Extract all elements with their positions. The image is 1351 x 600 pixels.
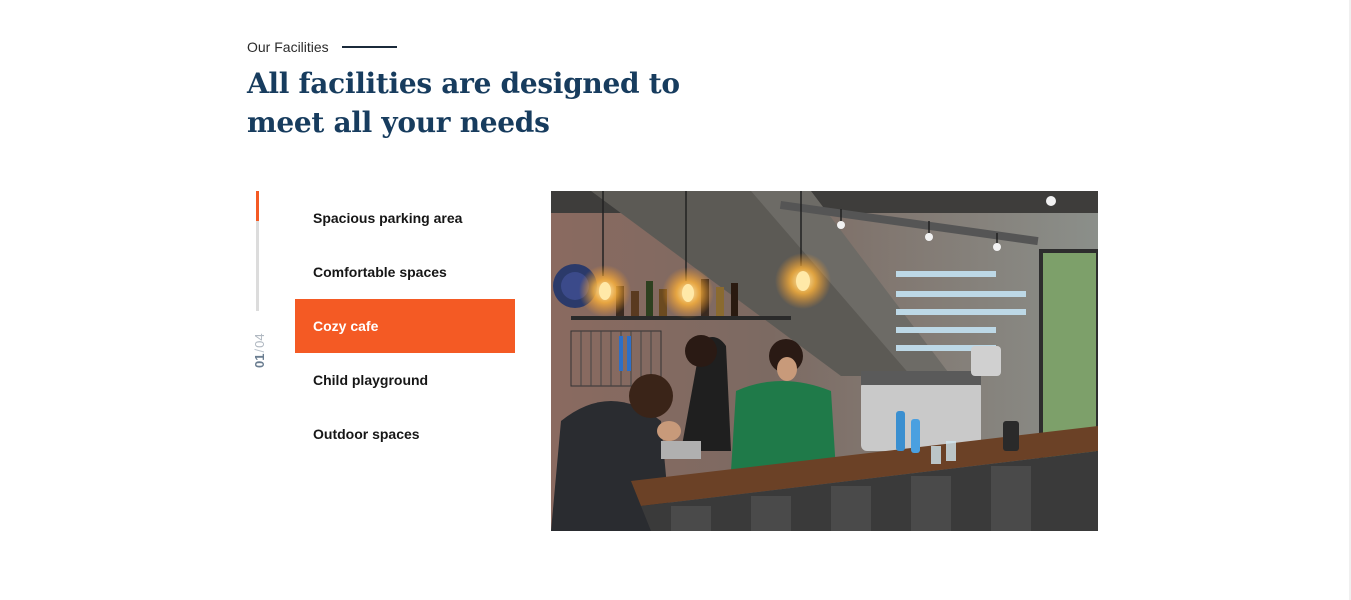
section-eyebrow: Our Facilities bbox=[247, 39, 397, 55]
facility-list: Spacious parking area Comfortable spaces… bbox=[295, 191, 515, 461]
facility-label: Child playground bbox=[313, 372, 429, 388]
section-title: All facilities are designed to meet all … bbox=[247, 67, 680, 139]
slide-counter-separator: / bbox=[252, 348, 267, 353]
facility-item-child-playground[interactable]: Child playground bbox=[295, 353, 515, 407]
facility-item-outdoor-spaces[interactable]: Outdoor spaces bbox=[295, 407, 515, 461]
eyebrow-divider bbox=[341, 46, 397, 48]
slide-counter: 01/04 bbox=[252, 333, 267, 368]
facility-label: Comfortable spaces bbox=[313, 264, 447, 280]
cafe-photo-illustration bbox=[551, 191, 1098, 531]
slide-counter-total: 04 bbox=[252, 333, 267, 348]
slider-progress-track bbox=[256, 191, 259, 311]
facility-label: Cozy cafe bbox=[313, 318, 379, 334]
slide-counter-current: 01 bbox=[252, 353, 267, 368]
facility-item-parking[interactable]: Spacious parking area bbox=[295, 191, 515, 245]
facility-label: Outdoor spaces bbox=[313, 426, 420, 442]
facility-photo bbox=[551, 191, 1098, 531]
slider-progress-fill bbox=[256, 191, 259, 221]
facility-item-comfortable-spaces[interactable]: Comfortable spaces bbox=[295, 245, 515, 299]
facility-item-cozy-cafe[interactable]: Cozy cafe bbox=[295, 299, 515, 353]
eyebrow-label: Our Facilities bbox=[247, 39, 329, 55]
facility-label: Spacious parking area bbox=[313, 210, 463, 226]
